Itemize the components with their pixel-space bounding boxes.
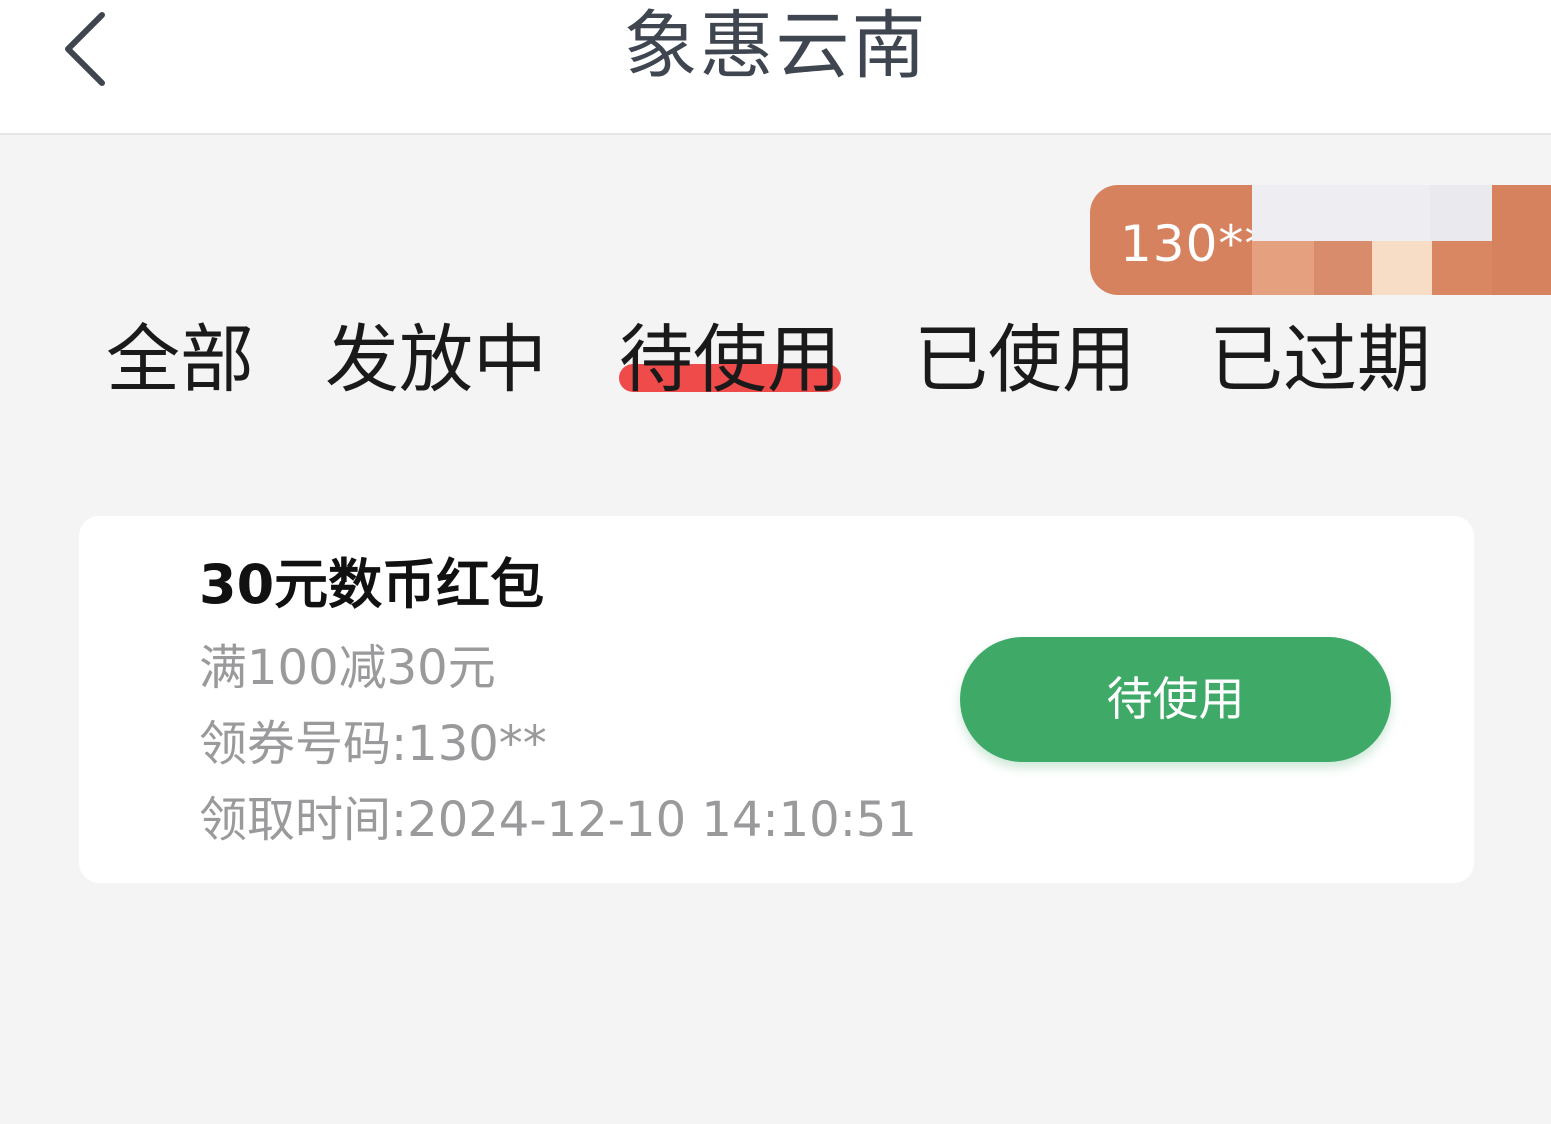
tab-issuing[interactable]: 发放中 bbox=[325, 310, 547, 410]
coupon-claim-time: 领取时间:2024-12-10 14:10:51 bbox=[199, 792, 917, 848]
tab-all[interactable]: 全部 bbox=[106, 310, 254, 410]
coupon-title: 30元数币红包 bbox=[199, 553, 545, 616]
coupon-rule: 满100减30元 bbox=[199, 640, 496, 696]
pending-use-button[interactable]: 待使用 bbox=[960, 637, 1391, 762]
tab-label: 已过期 bbox=[1209, 317, 1431, 403]
mosaic-block bbox=[1252, 241, 1314, 295]
top-bar: 象惠云南 bbox=[0, 0, 1551, 135]
tab-label: 待使用 bbox=[619, 317, 841, 403]
mosaic-block bbox=[1314, 241, 1372, 295]
tab-label: 发放中 bbox=[325, 317, 547, 403]
tab-expired[interactable]: 已过期 bbox=[1209, 310, 1431, 410]
coupon-code: 领券号码:130** bbox=[199, 716, 547, 772]
tab-label: 全部 bbox=[106, 317, 254, 403]
phone-number-text: 130** bbox=[1120, 215, 1271, 273]
page-title: 象惠云南 bbox=[623, 3, 928, 89]
mosaic-block bbox=[1252, 185, 1430, 241]
mosaic-block bbox=[1430, 185, 1492, 241]
mosaic-block bbox=[1372, 241, 1432, 295]
tab-label: 已使用 bbox=[914, 317, 1136, 403]
phone-number-badge: 130** bbox=[1090, 185, 1551, 295]
tab-pending-use[interactable]: 待使用 bbox=[619, 310, 841, 410]
mosaic-block bbox=[1432, 241, 1492, 295]
status-tabs: 全部 发放中 待使用 已使用 已过期 bbox=[0, 310, 1551, 410]
tab-used[interactable]: 已使用 bbox=[914, 310, 1136, 410]
coupon-card: 30元数币红包 满100减30元 领券号码:130** 领取时间:2024-12… bbox=[79, 516, 1474, 883]
